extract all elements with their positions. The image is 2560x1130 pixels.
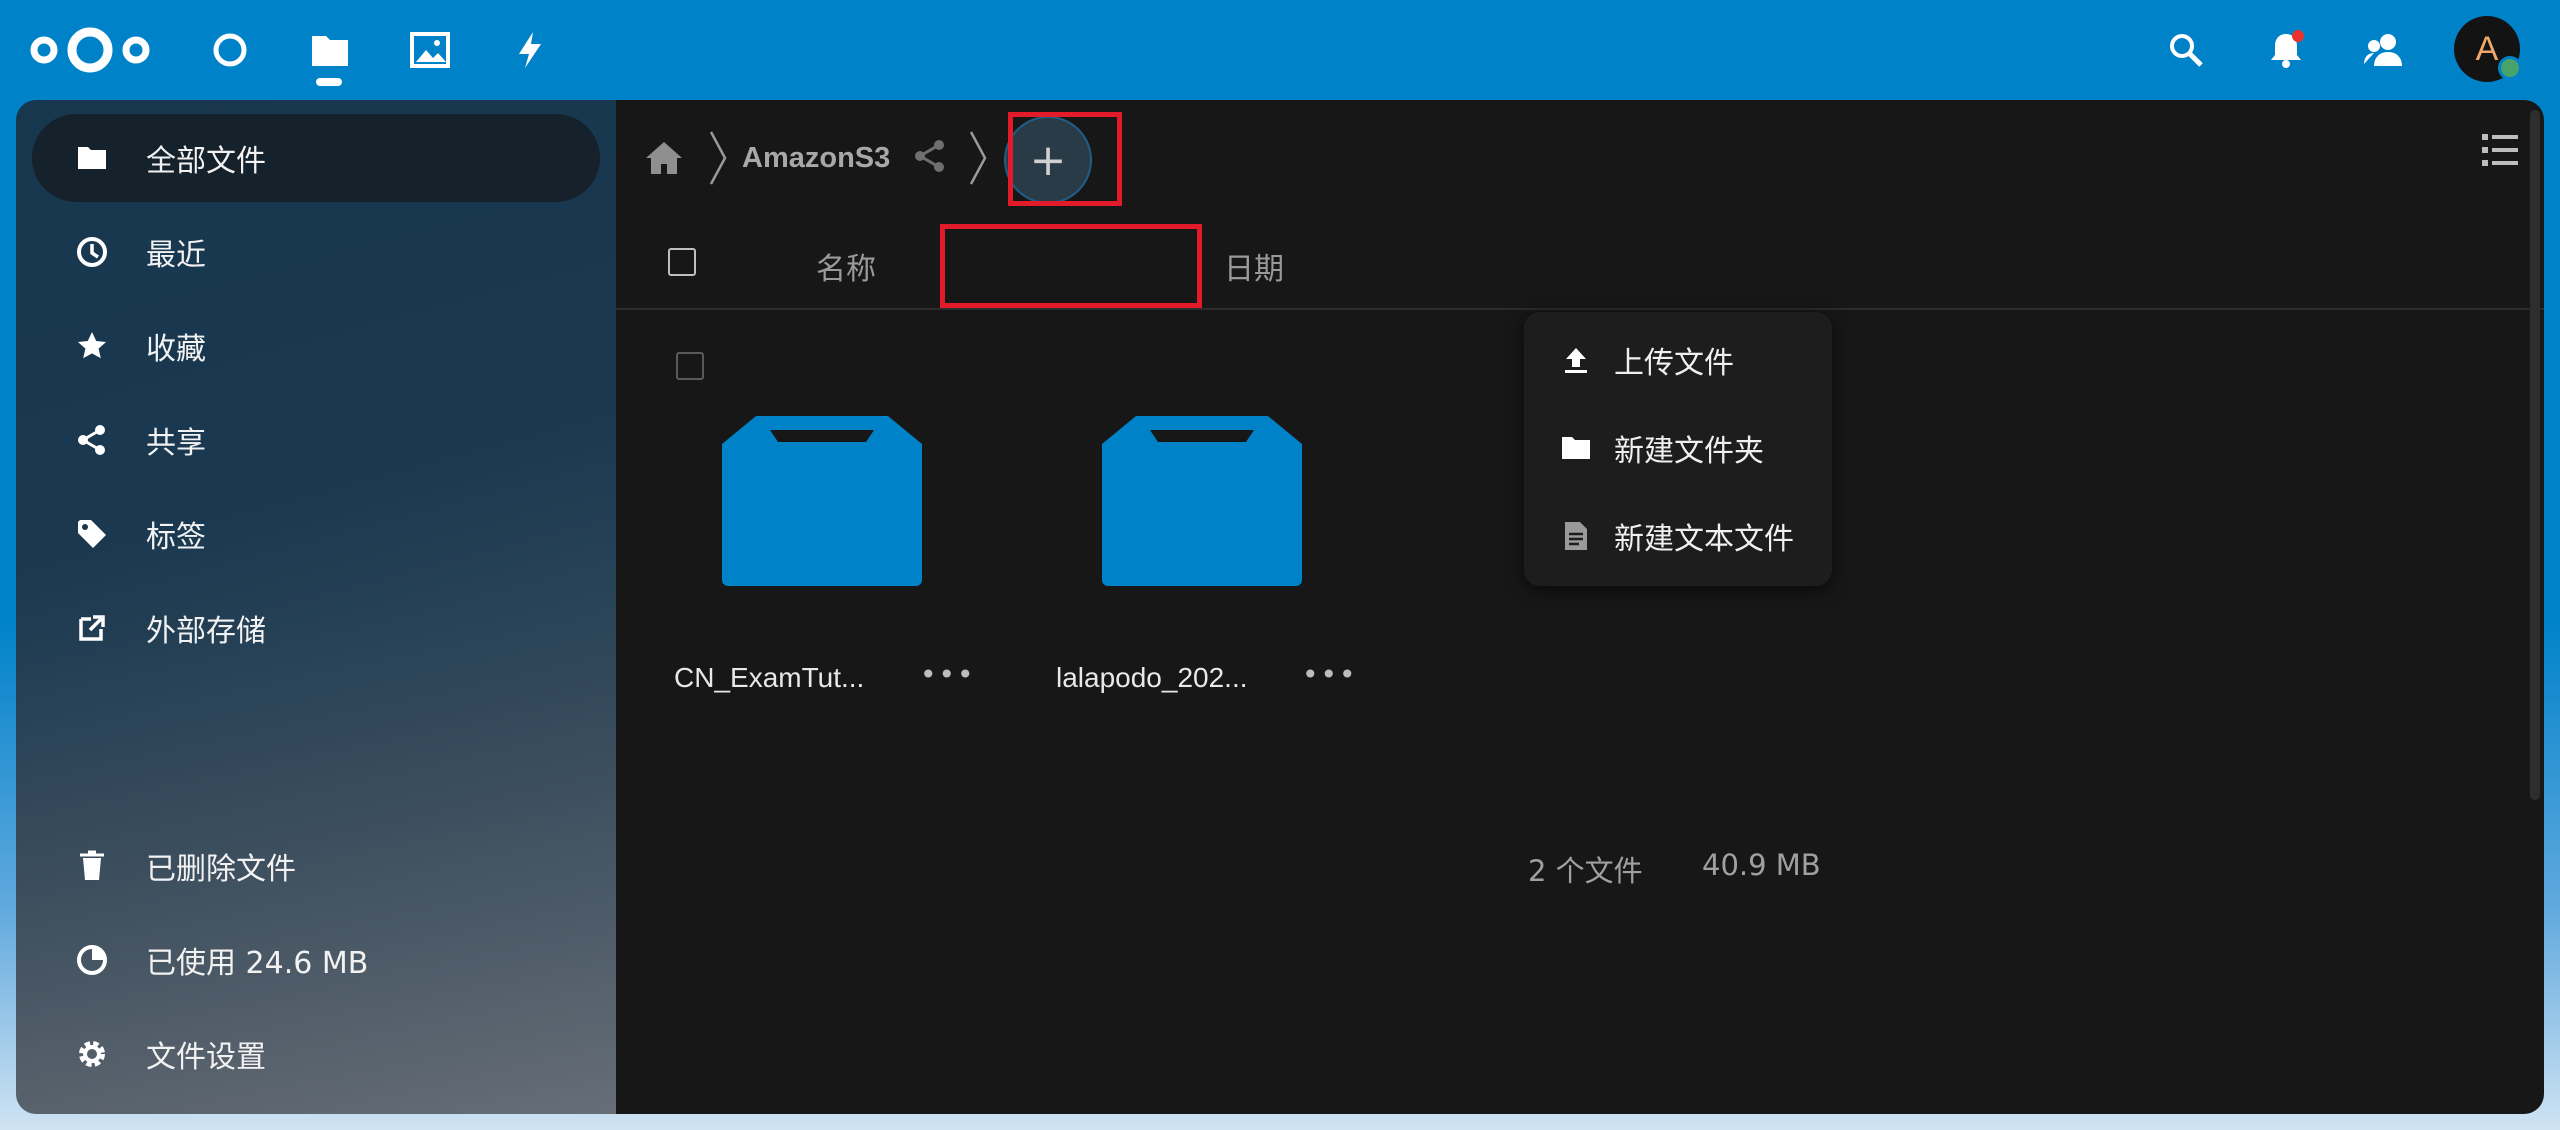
- nextcloud-logo[interactable]: [28, 22, 152, 78]
- breadcrumb-folder[interactable]: AmazonS3: [742, 142, 890, 175]
- navigation-sidebar: 全部文件 最近 收藏 共享 标签 外部存储 已删除文件 已使用 24.6 MB …: [16, 100, 616, 1114]
- sidebar-item-label: 已删除文件: [146, 852, 296, 887]
- menu-item-label: 上传文件: [1614, 346, 1734, 381]
- sidebar-item-label: 最近: [146, 238, 206, 273]
- menu-item-label: 新建文件夹: [1614, 434, 1764, 469]
- storage-quota: 已使用 24.6 MB: [32, 916, 600, 1004]
- notifications-bell-icon[interactable]: [2260, 24, 2312, 76]
- highlight-box-upload: [940, 224, 1202, 308]
- trash-icon: [72, 846, 112, 886]
- chevron-right-icon: [709, 131, 727, 185]
- activity-app-icon[interactable]: [508, 28, 552, 72]
- online-status-indicator: [2498, 56, 2522, 80]
- sidebar-item-external-storage[interactable]: 外部存储: [32, 584, 600, 672]
- upload-icon: [1560, 344, 1592, 376]
- folder-icon: [1560, 432, 1592, 464]
- share-icon: [72, 420, 112, 460]
- pie-chart-icon: [72, 940, 112, 980]
- files-main-area: AmazonS3 + 名称 日期 CN_ExamTut... ••• lalap…: [616, 100, 2544, 1114]
- file-actions-menu[interactable]: •••: [1302, 658, 1358, 691]
- sidebar-item-all-files[interactable]: 全部文件: [32, 114, 600, 202]
- menu-item-label: 新建文本文件: [1614, 522, 1794, 557]
- external-link-icon: [72, 608, 112, 648]
- sidebar-item-label: 收藏: [146, 332, 206, 367]
- folder-icon[interactable]: [1102, 416, 1302, 586]
- sidebar-item-label: 外部存储: [146, 614, 266, 649]
- file-name[interactable]: lalapodo_202...: [1056, 662, 1248, 694]
- list-view-icon[interactable]: [2480, 130, 2520, 170]
- sidebar-item-label: 文件设置: [146, 1040, 266, 1075]
- star-icon: [72, 326, 112, 366]
- column-header-name[interactable]: 名称: [816, 244, 876, 288]
- search-icon[interactable]: [2160, 24, 2212, 76]
- highlight-box-new-button: [1008, 112, 1122, 206]
- sidebar-item-favorites[interactable]: 收藏: [32, 302, 600, 390]
- chevron-right-icon: [969, 131, 987, 185]
- storage-quota-label: 已使用 24.6 MB: [146, 946, 369, 981]
- vertical-scrollbar[interactable]: [2530, 110, 2540, 800]
- menu-item-upload-file[interactable]: 上传文件: [1524, 316, 1832, 404]
- home-icon[interactable]: [644, 138, 684, 178]
- contacts-icon[interactable]: [2358, 24, 2410, 76]
- tag-icon: [72, 514, 112, 554]
- select-all-checkbox[interactable]: [668, 248, 696, 276]
- files-app-icon[interactable]: [308, 28, 352, 72]
- file-list-header: 名称 日期: [616, 220, 2544, 310]
- folder-icon[interactable]: [722, 416, 922, 586]
- sidebar-item-label: 标签: [146, 520, 206, 555]
- file-name[interactable]: CN_ExamTut...: [674, 662, 864, 694]
- photos-app-icon[interactable]: [408, 28, 452, 72]
- clock-icon: [72, 232, 112, 272]
- notification-dot: [2292, 30, 2304, 42]
- menu-item-new-text-file[interactable]: 新建文本文件: [1524, 492, 1832, 580]
- active-app-indicator: [316, 78, 342, 86]
- new-menu-popover: 上传文件 新建文件夹 新建文本文件: [1524, 312, 1832, 586]
- sidebar-item-deleted-files[interactable]: 已删除文件: [32, 822, 600, 910]
- share-icon[interactable]: [912, 138, 948, 174]
- sidebar-item-tags[interactable]: 标签: [32, 490, 600, 578]
- menu-item-new-folder[interactable]: 新建文件夹: [1524, 404, 1832, 492]
- dashboard-app-icon[interactable]: [208, 28, 252, 72]
- sidebar-item-file-settings[interactable]: 文件设置: [32, 1010, 600, 1098]
- app-content: 全部文件 最近 收藏 共享 标签 外部存储 已删除文件 已使用 24.6 MB …: [16, 100, 2544, 1114]
- top-bar: A: [0, 0, 2560, 100]
- column-header-date[interactable]: 日期: [1224, 244, 1284, 288]
- gear-icon: [72, 1034, 112, 1074]
- total-size-summary: 40.9 MB: [1702, 848, 1821, 882]
- text-file-icon: [1560, 520, 1592, 552]
- sidebar-item-recent[interactable]: 最近: [32, 208, 600, 296]
- sidebar-item-label: 全部文件: [146, 144, 266, 179]
- file-select-checkbox[interactable]: [676, 352, 704, 380]
- sidebar-item-shares[interactable]: 共享: [32, 396, 600, 484]
- file-count-summary: 2 个文件: [1528, 854, 1643, 888]
- sidebar-item-label: 共享: [146, 426, 206, 461]
- folder-icon: [72, 138, 112, 178]
- file-actions-menu[interactable]: •••: [920, 658, 976, 691]
